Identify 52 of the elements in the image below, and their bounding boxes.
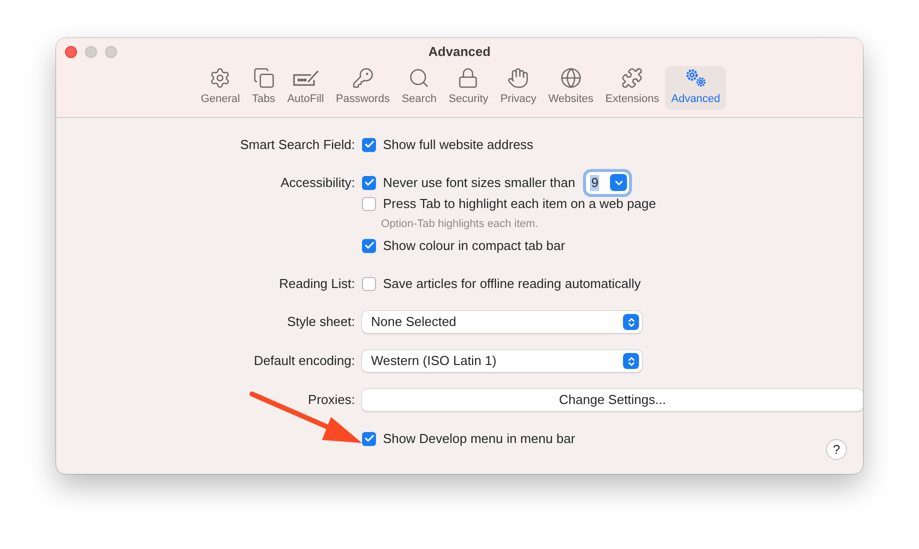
close-button[interactable]: [65, 46, 77, 58]
setting-label: Style sheet:: [287, 312, 355, 331]
up-down-chevron-icon: [623, 353, 639, 369]
key-icon: [352, 67, 374, 89]
gear-icon: [209, 67, 232, 89]
font-size-popup[interactable]: 9: [586, 172, 630, 194]
toolbar-tab[interactable]: Extensions: [599, 66, 666, 110]
overlapping-squares-icon: [252, 67, 275, 89]
checkbox-label: Show Develop menu in menu bar: [383, 430, 576, 448]
setting-label: Smart Search Field:: [240, 136, 355, 154]
checkbox[interactable]: [362, 238, 376, 252]
search-icon: [408, 67, 430, 89]
checkbox[interactable]: [362, 176, 376, 190]
toolbar-tab[interactable]: Passwords: [330, 66, 396, 110]
change-settings-button[interactable]: Change Settings...: [362, 389, 863, 411]
window-title: Advanced: [428, 43, 491, 62]
puzzle-piece-icon: [621, 67, 644, 89]
padlock-icon: [457, 67, 480, 89]
toolbar-tab[interactable]: Search: [396, 66, 443, 110]
setting-label: Default encoding:: [254, 352, 355, 370]
checkbox-label: Save articles for offline reading automatically: [383, 274, 641, 293]
checkbox[interactable]: [362, 138, 376, 152]
chevron-down-icon: [610, 174, 628, 191]
checkbox[interactable]: [362, 276, 376, 290]
checkmark-icon: [364, 433, 374, 444]
checkbox[interactable]: [362, 196, 376, 210]
toolbar-tab[interactable]: Websites: [542, 66, 600, 110]
setting-label: Accessibility:: [280, 174, 355, 192]
toolbar-tab[interactable]: Advanced: [665, 66, 726, 110]
toolbar-tab[interactable]: General: [194, 66, 246, 110]
checkmark-icon: [364, 177, 374, 188]
toolbar-tab[interactable]: Security: [442, 66, 494, 110]
up-down-chevron-icon: [623, 314, 639, 330]
help-button[interactable]: ?: [826, 439, 847, 460]
toolbar-tab[interactable]: Tabs: [246, 66, 282, 110]
checkbox-label: Never use font sizes smaller than: [383, 174, 576, 192]
checkbox-label: Press Tab to highlight each item on a web page: [383, 194, 656, 213]
setting-label: Reading List:: [279, 274, 355, 293]
checkbox[interactable]: [362, 432, 376, 446]
dropdown[interactable]: Western (ISO Latin 1): [362, 350, 642, 372]
toolbar-tab[interactable]: AutoFill: [281, 66, 330, 110]
checkbox-label: Show colour in compact tab bar: [383, 236, 566, 255]
checkmark-icon: [364, 240, 374, 251]
globe-icon: [560, 67, 582, 89]
checkbox-label: Show full website address: [383, 136, 534, 154]
dropdown[interactable]: None Selected: [362, 311, 642, 333]
hand-icon: [507, 67, 530, 89]
setting-label: Proxies:: [308, 390, 355, 409]
font-size-value: 9: [590, 174, 600, 190]
checkmark-icon: [364, 139, 374, 150]
toolbar-tab[interactable]: Privacy: [494, 66, 542, 110]
hint-text: Option-Tab highlights each item.: [381, 217, 538, 232]
